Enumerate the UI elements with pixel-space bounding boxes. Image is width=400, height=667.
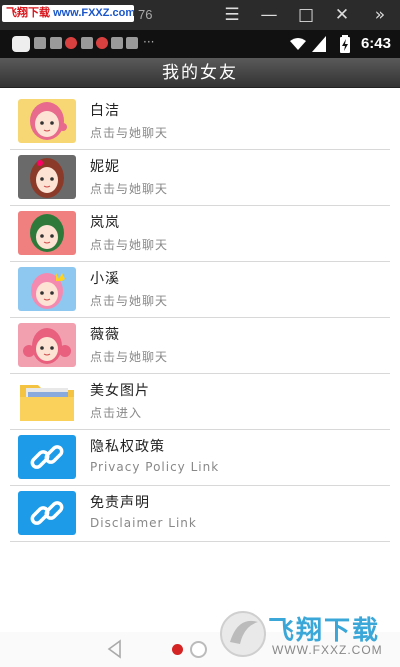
close-icon[interactable]: ✕ [330,4,354,26]
menu-icon[interactable]: ☰ [220,4,244,26]
image-notification-icon [126,37,138,49]
item-subtitle: 点击与她聊天 [90,294,169,308]
battery-charging-icon [340,35,350,53]
list-item-baijie[interactable]: 白洁 点击与她聊天 [10,94,390,150]
girlfriend-list: 白洁 点击与她聊天 妮妮 点击与她聊天 岚岚 点击与她聊天 小溪 点击与她聊天 … [10,94,390,542]
file-notification-icon [34,37,46,49]
maximize-icon[interactable]: □ [294,4,318,26]
item-name: 薇薇 [90,327,120,343]
status-bar: ··· 6:43 [0,30,400,58]
list-item-lanlan[interactable]: 岚岚 点击与她聊天 [10,206,390,262]
girl-avatar-dark-hair-icon [18,155,76,199]
page-title: 我的女友 [162,63,238,83]
app-title-bar: 我的女友 [0,58,400,88]
item-subtitle: Disclaimer Link [90,516,197,530]
list-item-weiwei[interactable]: 薇薇 点击与她聊天 [10,318,390,374]
folder-icon [18,379,76,423]
minimize-icon[interactable]: — [257,4,281,26]
page-indicator-dot-active[interactable] [172,644,183,655]
girl-avatar-pink-hair-icon [18,99,76,143]
sync-notification-icon [81,37,93,49]
item-name: 小溪 [90,271,120,287]
item-name: 美女图片 [90,383,150,399]
list-item-privacy-policy[interactable]: 隐私权政策 Privacy Policy Link [10,430,390,486]
link-icon [18,491,76,535]
wifi-icon [290,38,306,50]
item-name: 隐私权政策 [90,439,165,455]
watermark-brand: 飞翔下载 [6,7,50,19]
girl-avatar-pink-pigtails-icon [18,323,76,367]
red-notification-icon [65,37,77,49]
list-item-nini[interactable]: 妮妮 点击与她聊天 [10,150,390,206]
list-item-disclaimer[interactable]: 免责声明 Disclaimer Link [10,486,390,542]
store-notification-icon [111,37,123,49]
more-notifications-icon: ··· [143,35,155,49]
item-subtitle: 点击与她聊天 [90,350,169,364]
expand-sidebar-icon[interactable]: » [368,4,392,26]
watermark-badge: 飞翔下载 www.FXXZ.com [2,5,134,22]
back-icon[interactable] [104,638,126,660]
item-name: 妮妮 [90,159,120,175]
alert-notification-icon [96,37,108,49]
item-subtitle: 点击与她聊天 [90,238,169,252]
list-item-xiaoxi[interactable]: 小溪 点击与她聊天 [10,262,390,318]
girl-avatar-crown-icon [18,267,76,311]
watermark-site: www.FXXZ.com [53,7,134,19]
item-subtitle: 点击与她聊天 [90,182,169,196]
item-name: 岚岚 [90,215,120,231]
emulator-window-bar: 飞翔下载 www.FXXZ.com 76 ☰ — □ ✕ » [0,0,400,30]
watermark-brand-text: 飞翔下载 [268,616,381,646]
wifi-notification-icon [50,37,62,49]
item-subtitle: 点击进入 [90,406,143,420]
signal-icon [312,36,326,52]
item-name: 白洁 [90,103,120,119]
page-indicator-dot[interactable] [190,641,207,658]
watermark-url-text: WWW.FXXZ.COM [272,643,383,657]
window-number: 76 [138,7,153,22]
link-icon [18,435,76,479]
item-subtitle: Privacy Policy Link [90,460,220,474]
list-item-photos[interactable]: 美女图片 点击进入 [10,374,390,430]
item-subtitle: 点击与她聊天 [90,126,169,140]
status-time: 6:43 [360,35,391,52]
girl-avatar-green-hair-icon [18,211,76,255]
item-name: 免责声明 [90,495,150,511]
app-notification-icon [12,36,30,52]
